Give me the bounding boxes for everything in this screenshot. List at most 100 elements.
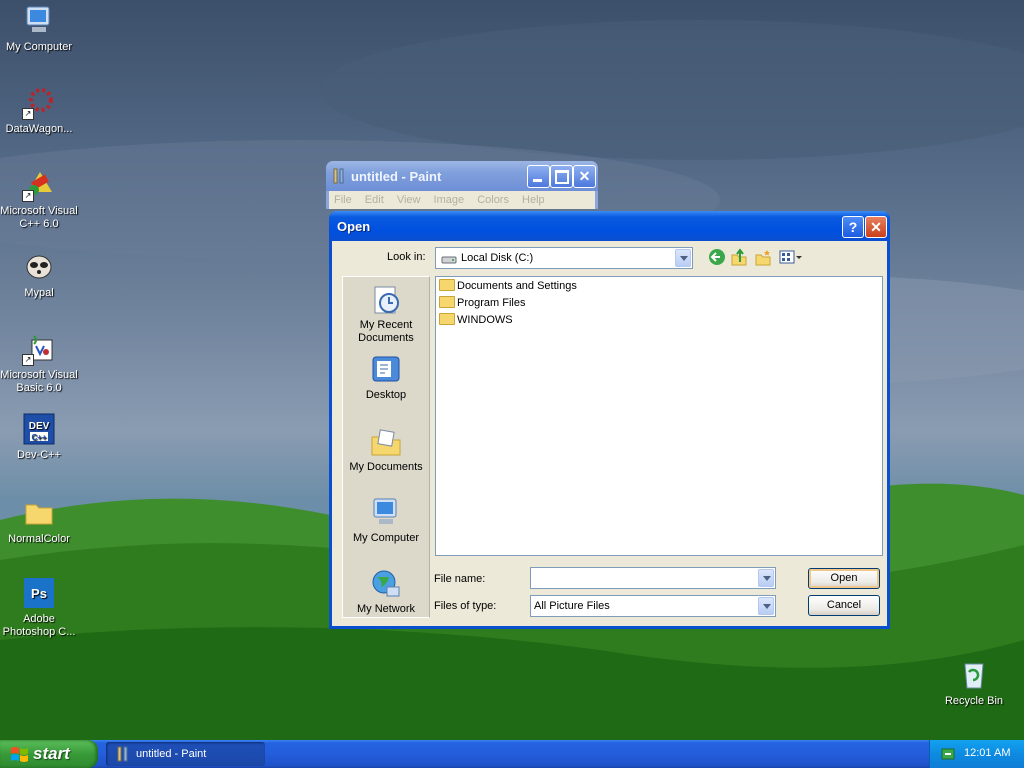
paint-app-icon	[332, 168, 346, 187]
photoshop-icon: Ps	[22, 576, 56, 610]
menu-view[interactable]: View	[397, 194, 421, 206]
views-menu-button[interactable]	[778, 248, 804, 268]
desktop-icon-label: Dev-C++	[16, 449, 62, 461]
menu-colors[interactable]: Colors	[477, 194, 509, 206]
folder-icon	[439, 279, 455, 292]
dialog-title: Open	[337, 219, 371, 234]
chevron-down-icon[interactable]	[675, 249, 691, 267]
desktop-icon-label: Microsoft Visual C++ 6.0	[0, 205, 78, 230]
taskbar-button-paint[interactable]: untitled - Paint	[106, 742, 265, 766]
visual-cpp-icon: ↗	[22, 168, 56, 202]
list-item[interactable]: WINDOWS	[439, 312, 513, 328]
paint-app-icon	[116, 746, 130, 765]
recycle-bin-icon	[957, 658, 991, 692]
desktop-icon-normalcolor[interactable]: NormalColor	[0, 496, 78, 546]
tray-app-icon[interactable]	[940, 746, 956, 765]
chevron-down-icon[interactable]	[758, 569, 774, 587]
computer-icon	[369, 496, 403, 530]
menu-file[interactable]: File	[334, 194, 352, 206]
back-arrow-icon	[709, 249, 725, 265]
paint-menubar: File Edit View Image Colors Help	[326, 191, 598, 209]
desktop-icon-recycle-bin[interactable]: Recycle Bin	[935, 658, 1013, 708]
desktop-icon-mypal[interactable]: Mypal	[0, 250, 78, 300]
network-globe-icon	[369, 567, 403, 601]
file-name-field[interactable]	[530, 567, 776, 589]
chevron-down-icon[interactable]	[758, 597, 774, 615]
paint-titlebar[interactable]: untitled - Paint ✕	[326, 161, 598, 191]
paint-window-title: untitled - Paint	[351, 169, 442, 184]
computer-icon	[22, 4, 56, 38]
dialog-titlebar[interactable]: Open ? ✕	[329, 211, 890, 241]
svg-text:DEV: DEV	[29, 421, 50, 432]
open-dialog: Open ? ✕ Look in: Local Disk (C:) My Rec…	[329, 211, 890, 629]
shortcut-arrow-icon: ↗	[22, 190, 34, 202]
place-label: My Network	[356, 603, 416, 615]
close-icon: ✕	[870, 219, 882, 235]
start-button[interactable]: start	[0, 740, 98, 768]
desktop-icon-dev-cpp[interactable]: DEV C++ Dev-C++	[0, 412, 78, 462]
look-in-value: Local Disk (C:)	[461, 252, 534, 264]
visual-basic-icon: ↗	[22, 332, 56, 366]
recent-documents-icon	[369, 283, 403, 317]
paint-close-button[interactable]: ✕	[573, 165, 596, 188]
paint-maximize-button[interactable]	[550, 165, 573, 188]
file-name: Program Files	[457, 297, 526, 309]
maximize-icon	[555, 170, 569, 184]
list-item[interactable]: Program Files	[439, 295, 525, 311]
shortcut-arrow-icon: ↗	[22, 354, 34, 366]
place-label: My Recent Documents	[358, 319, 414, 344]
place-label: My Documents	[349, 461, 423, 473]
desktop-icon-label: Microsoft Visual Basic 6.0	[0, 369, 78, 394]
place-my-recent-documents[interactable]: My Recent Documents	[343, 283, 429, 345]
desktop-icon-label: Adobe Photoshop C...	[2, 613, 76, 638]
look-in-dropdown[interactable]: Local Disk (C:)	[435, 247, 693, 269]
desktop-icon-visual-basic[interactable]: ↗ Microsoft Visual Basic 6.0	[0, 332, 78, 395]
place-label: My Computer	[352, 532, 420, 544]
file-list[interactable]: Documents and Settings Program Files WIN…	[435, 276, 883, 556]
folder-icon	[22, 496, 56, 530]
new-folder-button[interactable]	[754, 248, 774, 268]
desktop-icon-label: NormalColor	[8, 533, 70, 545]
desktop-icon-label: DataWagon...	[5, 123, 73, 135]
file-name-label: File name:	[434, 573, 486, 585]
desktop-icon-my-computer[interactable]: My Computer	[0, 4, 78, 54]
menu-image[interactable]: Image	[434, 194, 465, 206]
places-bar: My Recent Documents Desktop My Documents…	[342, 276, 430, 618]
desktop-icon-label: Recycle Bin	[944, 695, 1004, 707]
menu-help[interactable]: Help	[522, 194, 545, 206]
help-button[interactable]: ?	[842, 216, 864, 238]
desktop-icon-visual-cpp[interactable]: ↗ Microsoft Visual C++ 6.0	[0, 168, 78, 231]
files-of-type-dropdown[interactable]: All Picture Files	[530, 595, 776, 617]
place-desktop[interactable]: Desktop	[343, 353, 429, 402]
taskbar-button-label: untitled - Paint	[136, 748, 207, 760]
place-my-network[interactable]: My Network	[343, 567, 429, 616]
new-folder-icon	[755, 250, 771, 266]
minimize-icon	[533, 179, 542, 182]
place-my-documents[interactable]: My Documents	[343, 425, 429, 474]
taskbar: start untitled - Paint 12:01 AM	[0, 740, 1024, 768]
desktop-icon-datawagon[interactable]: ↗ DataWagon...	[0, 86, 78, 136]
paint-minimize-button[interactable]	[527, 165, 550, 188]
place-label: Desktop	[365, 389, 407, 401]
clock[interactable]: 12:01 AM	[964, 747, 1010, 759]
up-folder-button[interactable]	[730, 248, 750, 268]
file-name: WINDOWS	[457, 314, 513, 326]
menu-edit[interactable]: Edit	[365, 194, 384, 206]
list-item[interactable]: Documents and Settings	[439, 278, 577, 294]
dialog-close-button[interactable]: ✕	[865, 216, 887, 238]
system-tray: 12:01 AM	[929, 740, 1024, 768]
files-of-type-value: All Picture Files	[534, 600, 610, 612]
back-button[interactable]	[708, 248, 728, 268]
folder-icon	[439, 313, 455, 326]
start-label: start	[33, 744, 70, 763]
files-of-type-label: Files of type:	[434, 600, 497, 612]
open-button[interactable]: Open	[808, 568, 880, 589]
up-folder-icon	[731, 248, 747, 266]
desktop-icon-photoshop[interactable]: Ps Adobe Photoshop C...	[0, 576, 78, 639]
cancel-button[interactable]: Cancel	[808, 595, 880, 616]
drive-icon	[441, 253, 457, 268]
look-in-label: Look in:	[387, 251, 426, 263]
datawagon-icon: ↗	[22, 86, 56, 120]
place-my-computer[interactable]: My Computer	[343, 496, 429, 545]
views-icon	[779, 250, 802, 264]
